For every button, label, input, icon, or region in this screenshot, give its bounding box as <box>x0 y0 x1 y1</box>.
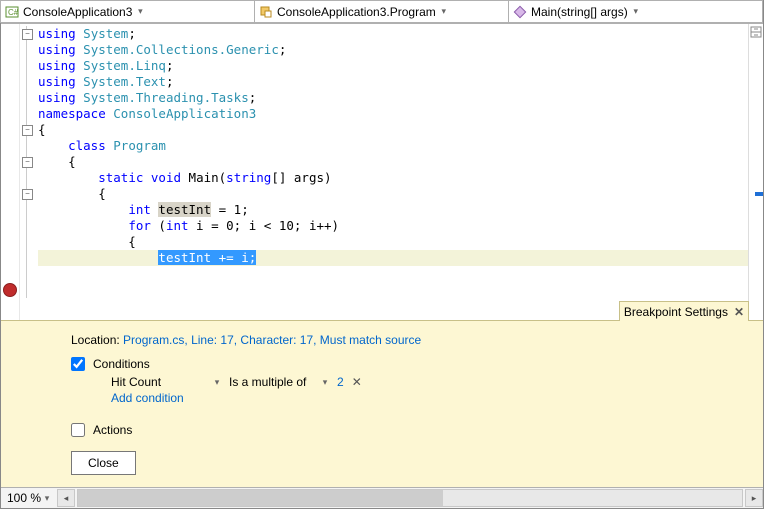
zoom-dropdown[interactable]: 100 % ▾ <box>1 491 57 505</box>
method-icon <box>513 5 527 19</box>
chevron-down-icon: ▾ <box>213 377 221 388</box>
add-condition-link[interactable]: Add condition <box>111 391 753 405</box>
code-line[interactable]: using System.Collections.Generic; <box>38 42 748 58</box>
close-button[interactable]: Close <box>71 451 136 475</box>
code-area[interactable]: using System;using System.Collections.Ge… <box>34 24 748 320</box>
outline-margin[interactable]: − − − − <box>20 24 34 320</box>
chevron-down-icon: ▾ <box>136 6 144 17</box>
split-editor-icon[interactable] <box>750 26 762 38</box>
scroll-right-button[interactable]: ▸ <box>745 489 763 507</box>
chevron-down-icon: ▾ <box>440 6 448 17</box>
class-label: ConsoleApplication3.Program <box>277 5 436 19</box>
code-line[interactable]: { <box>38 234 748 250</box>
member-label: Main(string[] args) <box>531 5 628 19</box>
class-dropdown[interactable]: ConsoleApplication3.Program ▾ <box>254 0 509 23</box>
code-line[interactable]: for (int i = 0; i < 10; i++) <box>38 218 748 234</box>
breakpoint-glyph[interactable] <box>3 283 17 297</box>
panel-title: Breakpoint Settings <box>624 305 728 319</box>
status-bar: 100 % ▾ ◂ ▸ <box>1 487 763 508</box>
code-line[interactable]: static void Main(string[] args) <box>38 170 748 186</box>
chevron-down-icon: ▾ <box>43 493 51 504</box>
code-line[interactable]: using System; <box>38 26 748 42</box>
svg-text:C#: C# <box>8 8 19 17</box>
code-line[interactable]: testInt += i; <box>38 250 748 266</box>
chevron-down-icon: ▾ <box>632 6 640 17</box>
code-line[interactable]: { <box>38 154 748 170</box>
navigation-bar: C# ConsoleApplication3 ▾ ConsoleApplicat… <box>1 1 763 24</box>
code-line[interactable]: class Program <box>38 138 748 154</box>
conditions-checkbox[interactable] <box>71 357 85 371</box>
condition-type-dropdown[interactable]: Hit Count ▾ <box>111 375 221 389</box>
fold-toggle[interactable]: − <box>22 29 33 40</box>
location-label: Location: <box>71 333 120 347</box>
remove-condition-icon[interactable]: ✕ <box>352 375 362 389</box>
actions-checkbox[interactable] <box>71 423 85 437</box>
fold-toggle[interactable]: − <box>22 125 33 136</box>
fold-toggle[interactable]: − <box>22 157 33 168</box>
code-line[interactable]: { <box>38 186 748 202</box>
actions-label[interactable]: Actions <box>93 423 132 437</box>
scope-dropdown[interactable]: C# ConsoleApplication3 ▾ <box>0 0 255 23</box>
glyph-margin[interactable] <box>1 24 20 320</box>
conditions-label[interactable]: Conditions <box>93 357 150 371</box>
fold-toggle[interactable]: − <box>22 189 33 200</box>
breakpoint-settings-panel: Breakpoint Settings ✕ Location: Program.… <box>1 320 763 487</box>
change-marker <box>755 192 763 196</box>
code-editor[interactable]: − − − − using System;using System.Collectio… <box>1 24 763 320</box>
code-line[interactable]: using System.Linq; <box>38 58 748 74</box>
class-icon <box>259 5 273 19</box>
code-line[interactable]: namespace ConsoleApplication3 <box>38 106 748 122</box>
scrollbar-thumb[interactable] <box>78 490 443 506</box>
close-icon[interactable]: ✕ <box>734 305 744 319</box>
scroll-left-button[interactable]: ◂ <box>57 489 75 507</box>
condition-value[interactable]: 2 <box>337 375 344 389</box>
scope-label: ConsoleApplication3 <box>23 5 132 19</box>
code-line[interactable]: int testInt = 1; <box>38 202 748 218</box>
zoom-value: 100 % <box>7 491 41 505</box>
location-link[interactable]: Program.cs, Line: 17, Character: 17, Mus… <box>123 333 421 347</box>
breakpoint-settings-tab: Breakpoint Settings ✕ <box>619 301 749 321</box>
code-line[interactable]: using System.Threading.Tasks; <box>38 90 748 106</box>
condition-operator-value: Is a multiple of <box>229 375 306 389</box>
code-line[interactable]: { <box>38 122 748 138</box>
csharp-icon: C# <box>5 5 19 19</box>
member-dropdown[interactable]: Main(string[] args) ▾ <box>508 0 763 23</box>
code-line[interactable]: using System.Text; <box>38 74 748 90</box>
condition-type-value: Hit Count <box>111 375 161 389</box>
scrollbar-track[interactable] <box>748 24 763 320</box>
chevron-down-icon: ▾ <box>321 377 329 388</box>
condition-operator-dropdown[interactable]: Is a multiple of ▾ <box>229 375 329 389</box>
horizontal-scrollbar[interactable] <box>77 489 743 507</box>
